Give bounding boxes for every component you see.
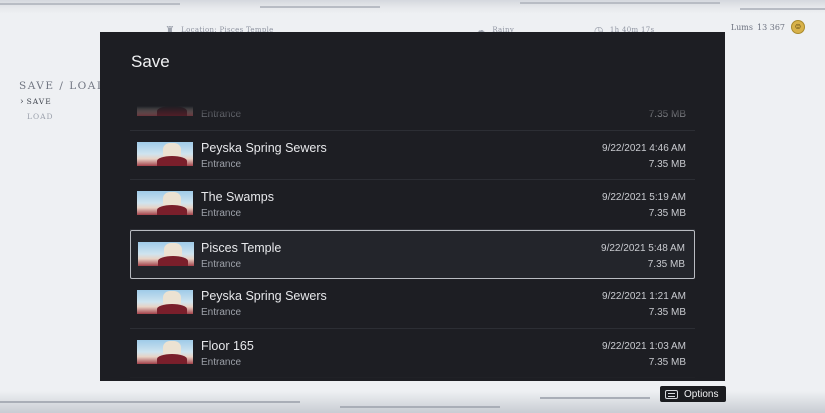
save-slot-name: Peyska Spring Sewers [201,140,327,155]
glitch-streak [540,397,650,399]
save-slot-size: 7.35 MB [648,158,686,170]
save-slot[interactable]: Floor 165 Entrance 9/22/2021 1:03 AM 7.35 M… [130,329,695,378]
save-slot-area: Entrance [201,356,242,368]
glitch-streak [260,6,380,8]
thumbnail-cloak [158,255,188,266]
save-slot-size: 7.35 MB [648,307,686,318]
save-slot-date: 9/22/2021 5:48 AM [601,242,685,254]
save-slot[interactable]: Peyska Spring Sewers Entrance 9/22/2021 1:… [130,279,695,329]
menu-item-save[interactable]: SAVE [19,97,107,107]
save-slot-area: Entrance [201,109,242,120]
save-thumbnail [137,141,193,166]
save-slot[interactable]: The Swamps Entrance 9/22/2021 5:19 AM 7.35 … [130,180,695,230]
save-slot-date: 9/22/2021 5:19 AM [602,192,686,203]
thumbnail-cloak [157,155,187,166]
save-slot-name: The Swamps [201,190,274,204]
save-slot-date: 9/22/2021 1:03 AM [602,340,686,352]
thumbnail-cloak [157,304,187,314]
glitch-streak [520,2,720,4]
save-slot-date: 9/22/2021 1:21 AM [602,291,686,302]
save-slot-size: 7.35 MB [648,208,686,219]
glitch-streak [0,3,180,5]
hud-lums: Lums 13 367 ☺ [731,20,805,34]
save-panel: Save The SwampsEntrance9/22/2021 5:29 AM… [100,32,725,381]
save-slot-area: Entrance [201,258,242,270]
save-slot-list[interactable]: The SwampsEntrance9/22/2021 5:29 AM7.35 … [130,106,695,381]
options-touchpad-icon [665,389,678,399]
save-slot-size: 7.35 MB [648,356,686,368]
save-slot-selected[interactable]: Pisces Temple Entrance 9/22/2021 5:48 AM 7.… [130,229,695,279]
save-thumbnail [137,106,193,116]
save-thumbnail [137,339,193,364]
glitch-streak [340,406,500,408]
save-slot-date: 9/22/2021 4:46 AM [602,142,686,154]
save-slot-name: Floor 165 [201,338,254,353]
menu-title: SAVE / LOAD [19,80,107,92]
lums-label: Lums [730,22,753,32]
save-load-menu: SAVE / LOAD SAVE LOAD [19,80,107,121]
save-slot-area: Entrance [201,208,242,219]
thumbnail-cloak [157,205,187,215]
menu-item-load[interactable]: LOAD [19,112,107,121]
save-slot-size: 7.35 MB [648,109,686,120]
save-slot-area: Entrance [201,158,242,170]
save-thumbnail [137,191,193,215]
panel-heading: Save [131,52,170,71]
save-thumbnail [137,290,193,314]
options-label: Options [684,388,719,400]
save-slot[interactable]: Peyska Spring Sewers Entrance 9/22/2021 4:… [130,131,695,180]
save-thumbnail [138,241,194,266]
save-slot-size: 7.35 MB [647,258,685,270]
options-button[interactable]: Options [660,386,726,402]
lum-coin-icon: ☺ [791,20,805,34]
thumbnail-cloak [157,106,187,116]
save-slot-name: Peyska Spring Sewers [201,289,327,303]
lums-value: 13 367 [757,22,785,32]
top-glitch-band [0,0,825,14]
glitch-streak [740,8,825,10]
save-slot-name: Pisces Temple [201,240,282,255]
glitch-streak [0,401,300,403]
save-slot-area: Entrance [201,307,242,318]
save-slot[interactable]: The SwampsEntrance9/22/2021 5:29 AM7.35 … [130,106,695,131]
thumbnail-cloak [157,353,187,364]
